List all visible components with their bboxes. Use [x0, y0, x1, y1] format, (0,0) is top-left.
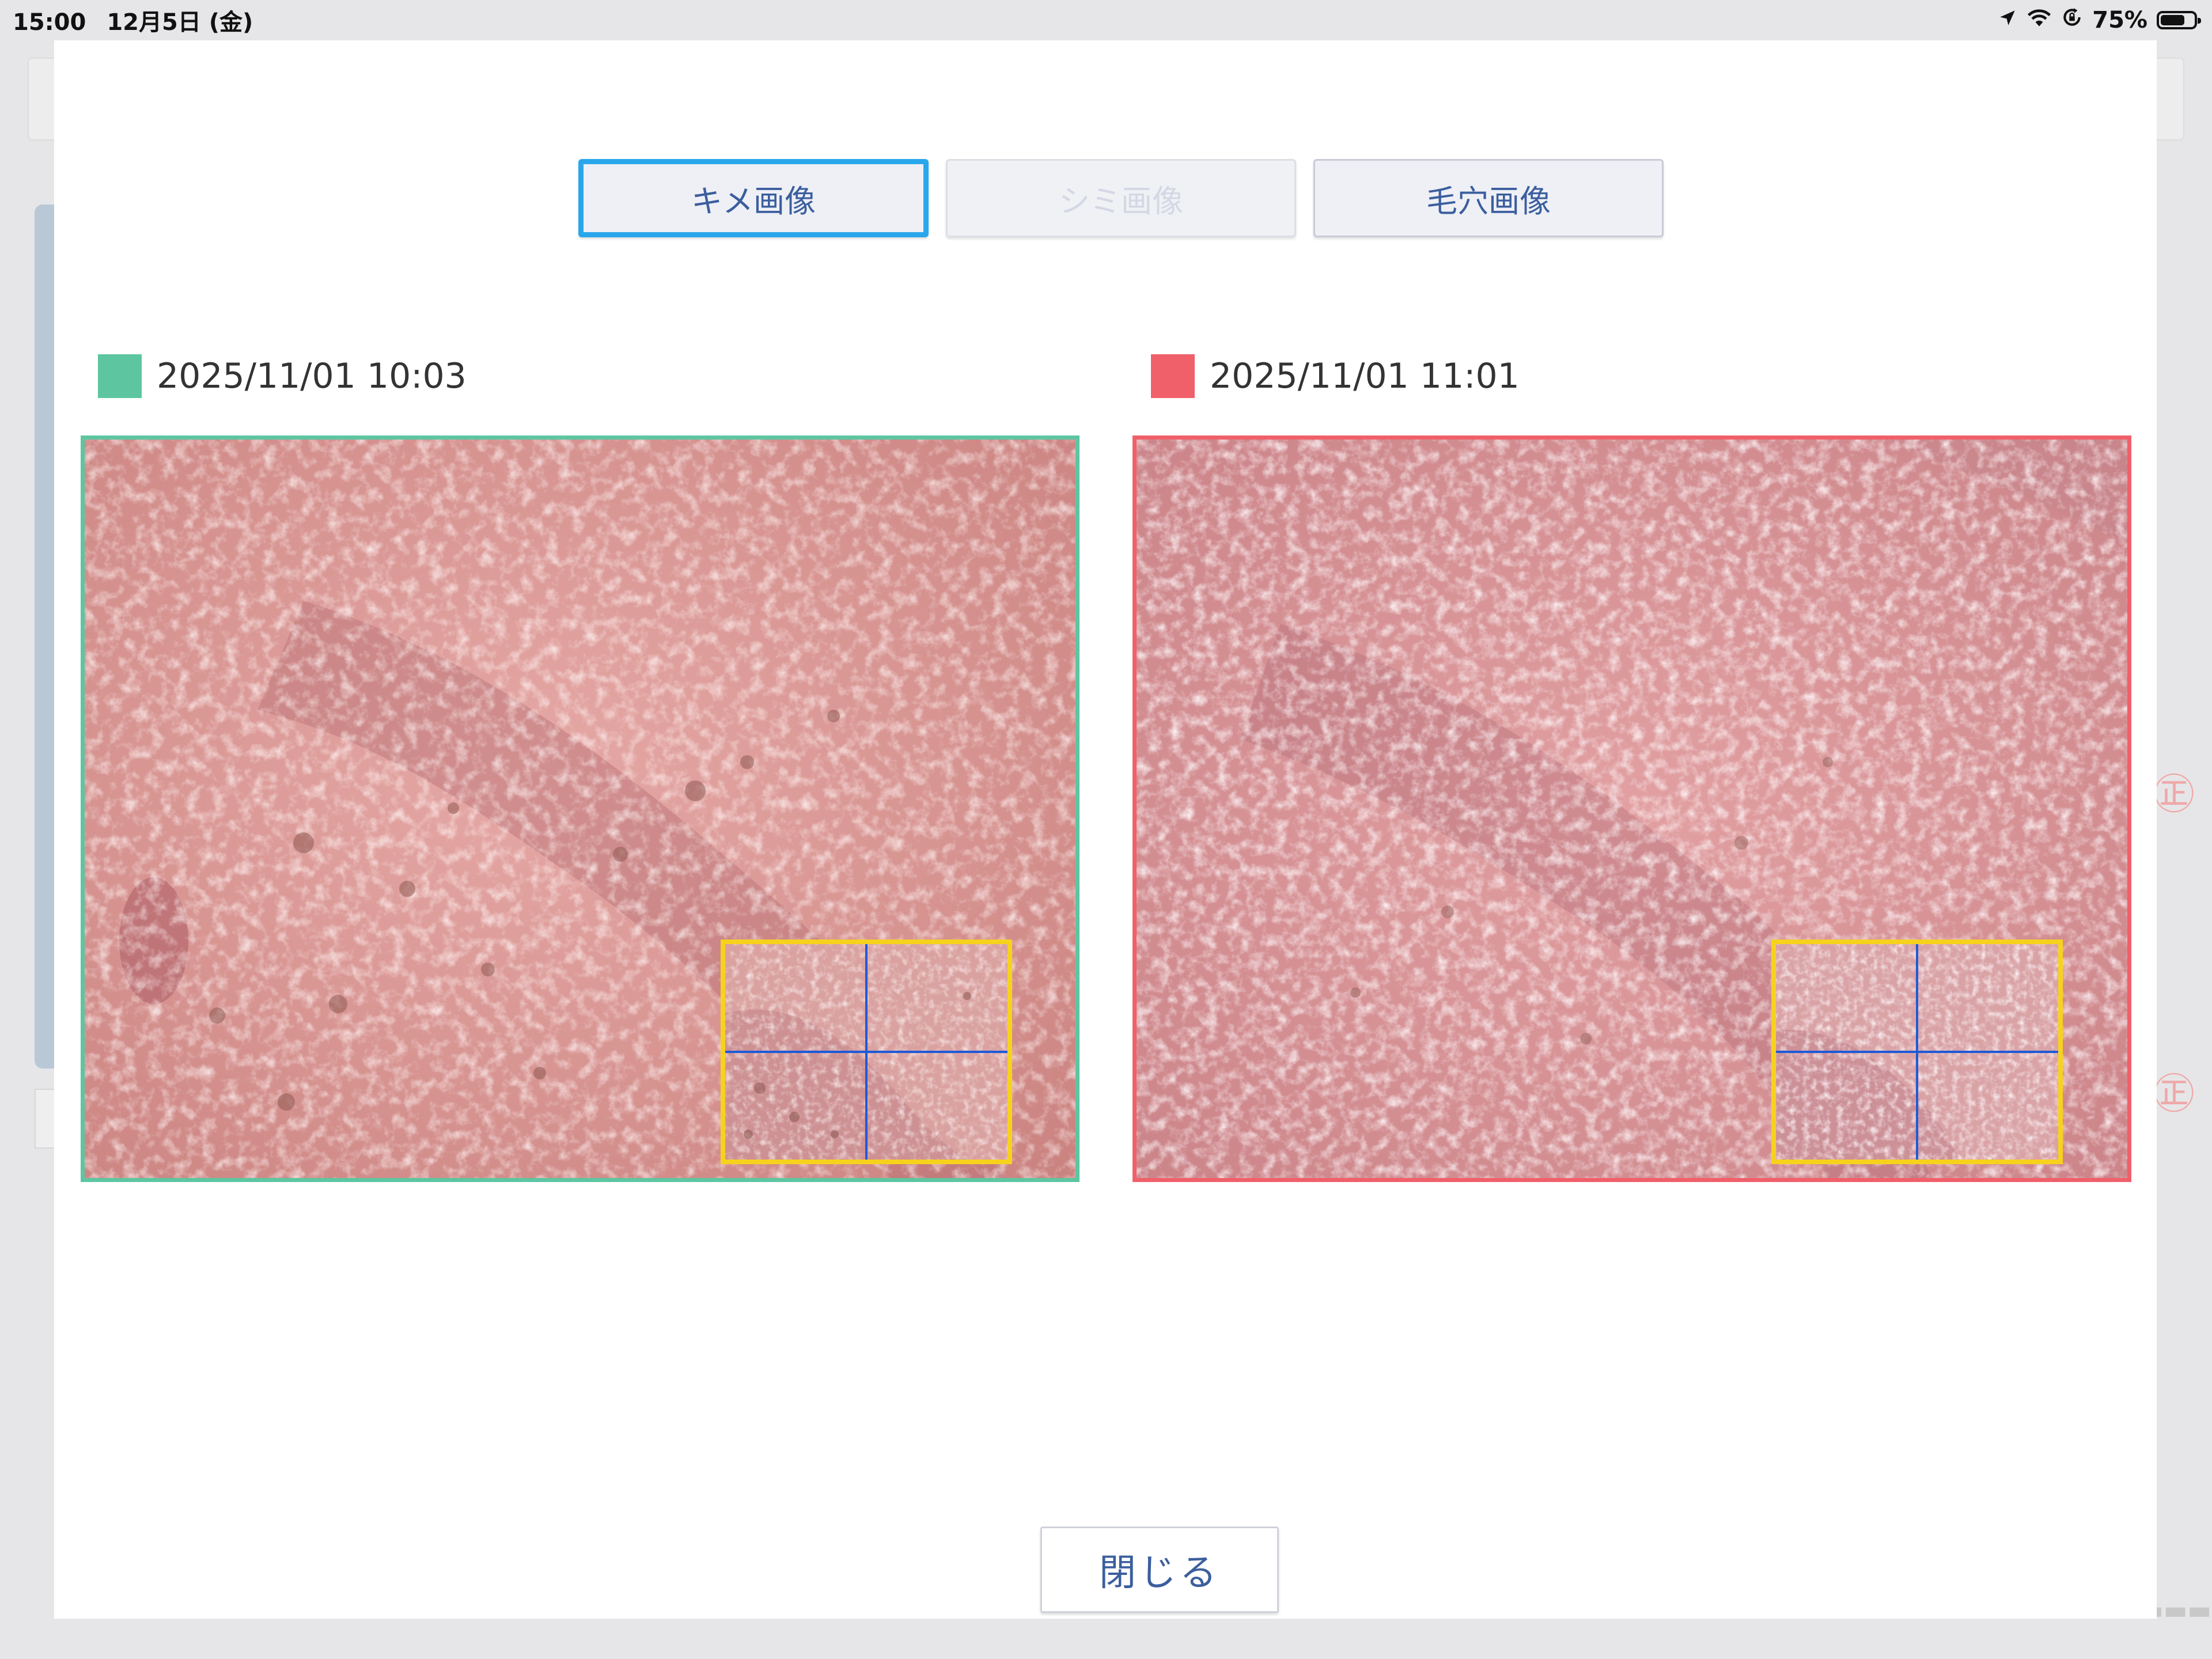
crosshair-horizontal [1776, 1051, 2058, 1053]
tab-pore-image[interactable]: 毛穴画像 [1313, 159, 1664, 237]
left-zoom-box[interactable] [721, 940, 1012, 1164]
status-date: 12月5日 (金) [107, 9, 253, 36]
right-zoom-box[interactable] [1771, 940, 2063, 1164]
background-glyph: ㊣ [2153, 1070, 2195, 1118]
status-time: 15:00 [13, 9, 86, 36]
tab-spot-image: シミ画像 [946, 159, 1296, 237]
close-button[interactable]: 閉じる [1040, 1527, 1279, 1613]
left-timestamp: 2025/11/01 10:03 [157, 356, 467, 396]
left-skin-image[interactable] [81, 435, 1080, 1182]
tab-texture-image[interactable]: キメ画像 [578, 159, 929, 237]
image-type-tabs: キメ画像 シミ画像 毛穴画像 [578, 159, 1664, 237]
battery-percent: 75% [2092, 7, 2147, 33]
right-color-swatch [1151, 354, 1195, 398]
right-timestamp: 2025/11/01 11:01 [1210, 356, 1520, 396]
orientation-lock-icon [2061, 6, 2083, 34]
battery-icon [2157, 11, 2201, 29]
left-panel-label: 2025/11/01 10:03 [98, 354, 467, 398]
left-color-swatch [98, 354, 142, 398]
right-panel-label: 2025/11/01 11:01 [1151, 354, 1520, 398]
crosshair-horizontal [725, 1051, 1007, 1053]
image-compare-modal: キメ画像 シミ画像 毛穴画像 2025/11/01 10:03 2025/11/… [54, 40, 2157, 1619]
wifi-icon [2027, 7, 2052, 33]
right-skin-image[interactable] [1132, 435, 2131, 1182]
status-bar: 15:00 12月5日 (金) 75% [0, 0, 2212, 40]
background-glyph: ㊣ [2153, 770, 2195, 819]
location-arrow-icon [1998, 7, 2017, 33]
